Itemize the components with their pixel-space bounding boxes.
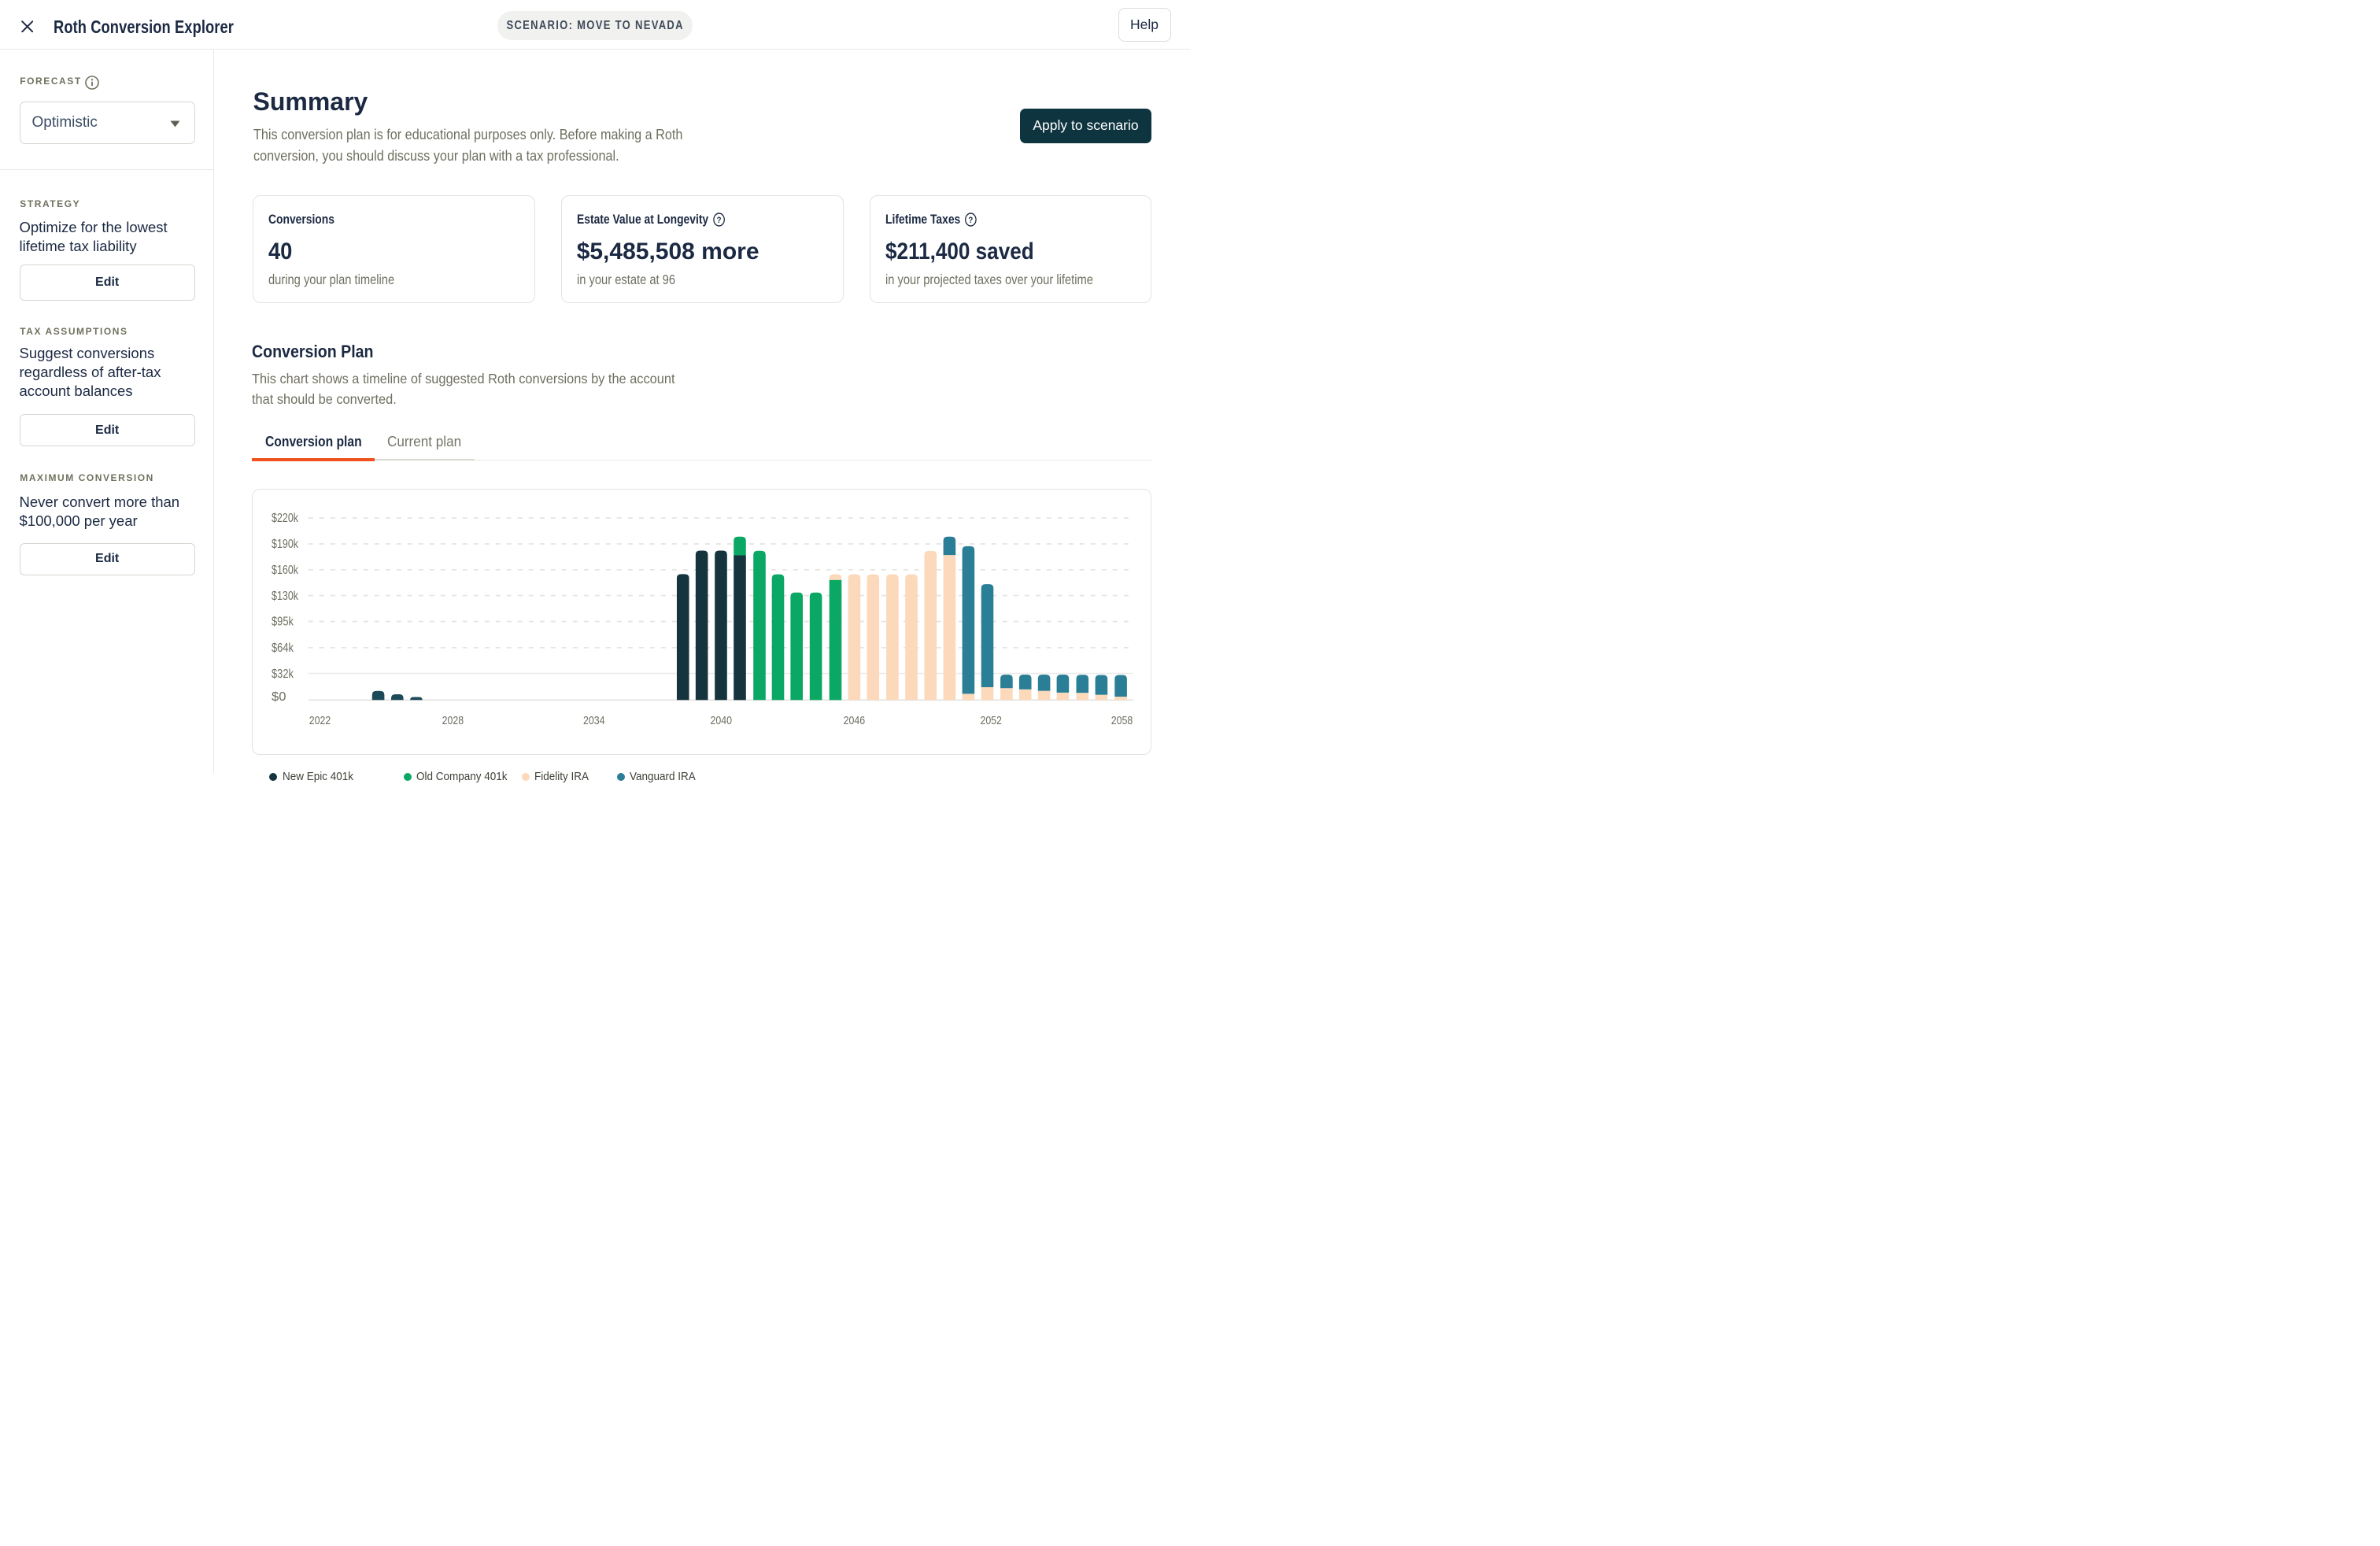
svg-text:$190k: $190k [272,538,299,551]
svg-text:2034: 2034 [583,714,605,727]
svg-text:$64k: $64k [272,642,294,655]
svg-text:2052: 2052 [980,714,1002,727]
svg-text:2046: 2046 [844,714,866,727]
svg-text:?: ? [969,215,974,225]
svg-text:2058: 2058 [1111,714,1133,727]
svg-text:$160k: $160k [272,564,299,577]
svg-text:?: ? [716,215,721,225]
svg-text:$32k: $32k [272,667,294,680]
svg-text:$130k: $130k [272,589,299,602]
svg-text:$220k: $220k [272,512,299,525]
svg-text:2040: 2040 [711,714,733,727]
svg-text:2028: 2028 [442,714,464,727]
svg-text:$0: $0 [272,690,286,704]
svg-text:2022: 2022 [309,714,331,727]
svg-text:$95k: $95k [272,615,294,628]
